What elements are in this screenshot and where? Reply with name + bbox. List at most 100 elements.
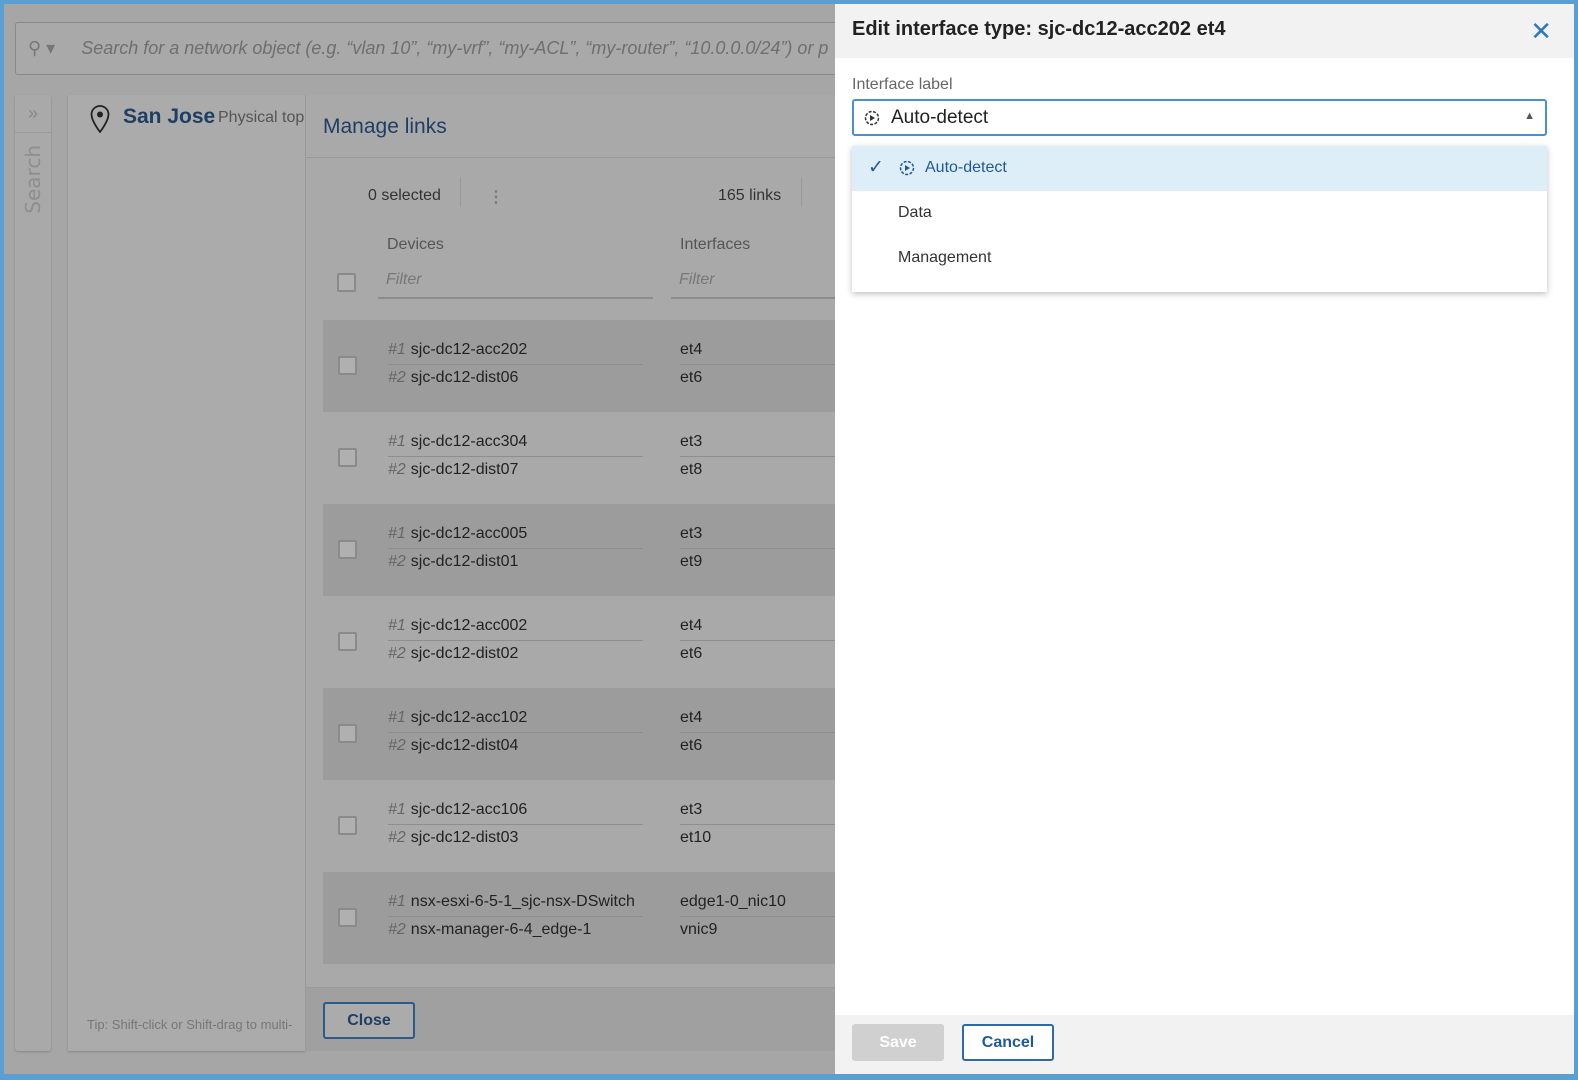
option-auto-detect[interactable]: ✓ Auto-detect [852,146,1547,191]
interface-label-field-label: Interface label [852,76,953,93]
dialog-title: Edit interface type: sjc-dc12-acc202 et4 [835,4,1574,58]
link-row[interactable]: #1 sjc-dc12-acc005 #2 sjc-dc12-dist01 et3 et9 [323,504,843,596]
endpoint-number: #1 [388,341,406,358]
location-panel: San Jose Physical top Tip: Shift-click o… [68,95,305,1051]
network-search-input[interactable]: ⚲ ▾ Search for a network object (e.g. “v… [15,22,855,75]
endpoint-number: #2 [388,461,406,478]
cancel-button[interactable]: Cancel [962,1024,1054,1061]
interface-2: et6 [680,737,703,754]
device-2: #2 sjc-dc12-dist06 [388,369,518,387]
divider [388,456,643,457]
divider [680,916,840,917]
save-button[interactable]: Save [852,1024,944,1061]
row-checkbox[interactable] [338,632,357,651]
sidebar-search-label[interactable]: Search [21,145,45,214]
device-1: #1 sjc-dc12-acc102 [388,709,527,727]
link-row[interactable]: #1 sjc-dc12-acc304 #2 sjc-dc12-dist07 et3 et8 [323,412,843,504]
link-row[interactable]: #1 nsx-esxi-6-5-1_sjc-nsx-DSwitch #2 nsx-ma… [323,872,843,964]
selected-count: 0 selected [368,187,441,204]
search-placeholder: Search for a network object (e.g. “vlan … [81,38,829,58]
device-1: #1 nsx-esxi-6-5-1_sjc-nsx-DSwitch [388,893,635,911]
link-row[interactable]: #1 sjc-dc12-acc002 #2 sjc-dc12-dist02 et4 et6 [323,596,843,688]
interface-1: et4 [680,709,703,726]
device-2: #2 sjc-dc12-dist02 [388,645,518,663]
select-all-checkbox[interactable] [337,273,356,292]
close-button[interactable]: Close [323,1002,415,1039]
interface-1: et3 [680,525,703,542]
auto-detect-gear-icon [864,110,880,126]
endpoint-number: #2 [388,921,406,938]
divider [388,640,643,641]
device-name: sjc-dc12-dist06 [410,369,519,386]
device-2: #2 sjc-dc12-dist07 [388,461,518,479]
row-checkbox[interactable] [338,540,357,559]
device-name: sjc-dc12-acc005 [410,525,528,542]
interfaces-filter-input[interactable]: Filter [671,267,841,299]
interface-2: et6 [680,645,703,662]
endpoint-number: #2 [388,829,406,846]
device-name: sjc-dc12-dist07 [410,461,519,478]
divider [680,548,840,549]
device-name: sjc-dc12-acc202 [410,341,528,358]
row-checkbox[interactable] [338,448,357,467]
close-icon[interactable]: ✕ [1530,16,1552,47]
expand-sidebar-icon[interactable]: » [15,95,51,133]
endpoint-number: #1 [388,433,406,450]
link-row[interactable]: #1 sjc-dc12-acc102 #2 sjc-dc12-dist04 et4 et6 [323,688,843,780]
interface-label-select[interactable]: Auto-detect ▲ [852,99,1547,136]
device-name: sjc-dc12-dist03 [410,829,519,846]
option-data[interactable]: Data [852,191,1547,236]
device-name: sjc-dc12-acc106 [410,801,528,818]
device-2: #2 sjc-dc12-dist03 [388,829,518,847]
row-checkbox[interactable] [338,724,357,743]
device-1: #1 sjc-dc12-acc106 [388,801,527,819]
caret-up-icon[interactable]: ▲ [1524,110,1535,122]
more-actions-icon[interactable]: ⋮ [488,187,504,207]
divider [388,824,643,825]
interface-1: et3 [680,801,703,818]
device-name: sjc-dc12-dist04 [410,737,519,754]
location-subtitle: Physical top [218,109,305,126]
device-name: sjc-dc12-dist02 [410,645,519,662]
divider [680,824,840,825]
divider [801,177,802,207]
selected-value: Auto-detect [891,107,989,128]
device-2: #2 sjc-dc12-dist01 [388,553,518,571]
devices-column-header[interactable]: Devices [387,236,444,254]
interface-2: vnic9 [680,921,718,938]
row-checkbox[interactable] [338,908,357,927]
device-name: sjc-dc12-dist01 [410,553,519,570]
device-1: #1 sjc-dc12-acc304 [388,433,527,451]
divider [388,364,643,365]
divider [680,364,840,365]
devices-filter-input[interactable]: Filter [378,267,653,299]
interface-1: et4 [680,617,703,634]
endpoint-number: #1 [388,617,406,634]
device-name: sjc-dc12-acc102 [410,709,528,726]
device-name: nsx-esxi-6-5-1_sjc-nsx-DSwitch [410,893,635,910]
endpoint-number: #2 [388,737,406,754]
interface-1: et4 [680,341,703,358]
link-row[interactable]: #1 sjc-dc12-acc106 #2 sjc-dc12-dist03 et3 et1… [323,780,843,872]
collapsed-search-sidebar: » Search [15,95,51,1051]
edit-interface-dialog: Edit interface type: sjc-dc12-acc202 et4… [835,4,1574,1074]
interface-label-dropdown: ✓ Auto-detect Data Management [852,146,1547,292]
endpoint-number: #1 [388,801,406,818]
device-1: #1 sjc-dc12-acc202 [388,341,527,359]
app: ⚲ ▾ Search for a network object (e.g. “v… [4,4,1574,1074]
device-1: #1 sjc-dc12-acc005 [388,525,527,543]
row-checkbox[interactable] [338,356,357,375]
interface-2: et9 [680,553,703,570]
endpoint-number: #2 [388,645,406,662]
endpoint-number: #1 [388,893,406,910]
device-2: #2 nsx-manager-6-4_edge-1 [388,921,591,939]
interfaces-column-header[interactable]: Interfaces [680,236,750,254]
row-checkbox[interactable] [338,816,357,835]
option-management[interactable]: Management [852,236,1547,281]
search-icon[interactable]: ⚲ ▾ [28,38,55,59]
manage-links-footer: Close [306,987,840,1051]
link-row[interactable]: #1 sjc-dc12-acc202 #2 sjc-dc12-dist06 et4 et6 [323,320,843,412]
interface-1: et3 [680,433,703,450]
divider [680,732,840,733]
device-name: sjc-dc12-acc304 [410,433,528,450]
